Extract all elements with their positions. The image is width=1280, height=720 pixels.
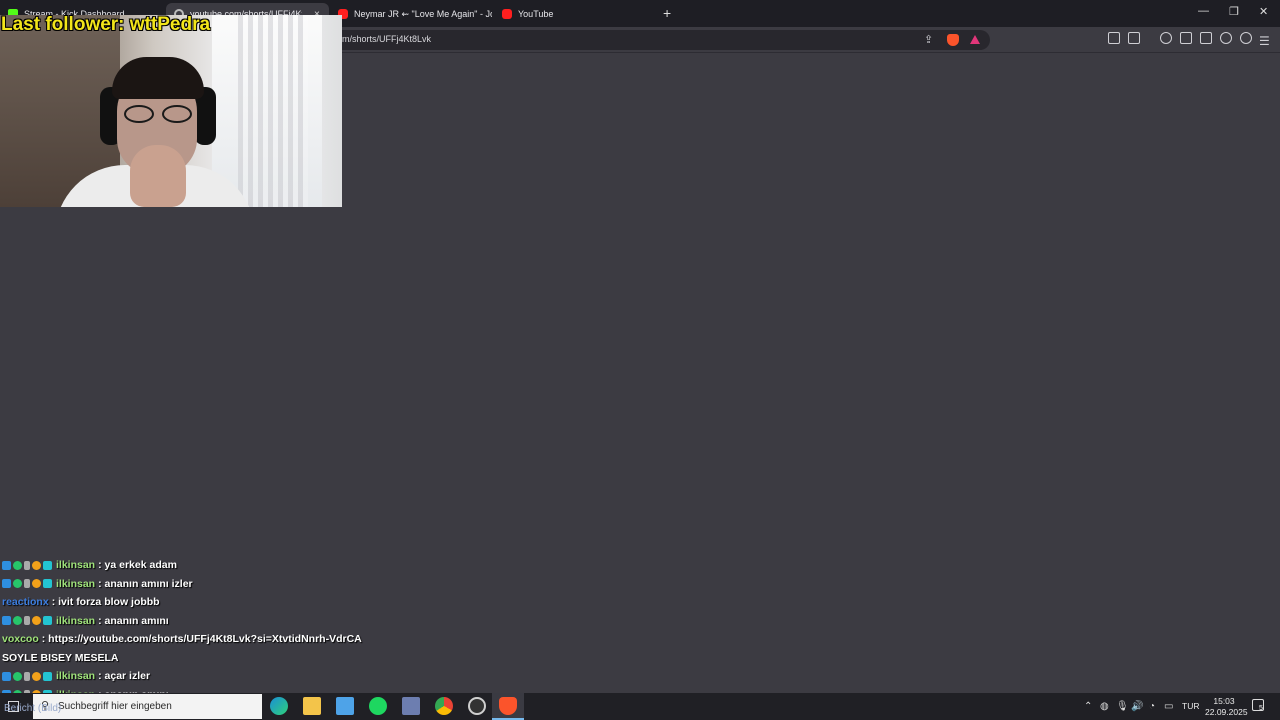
chat-text: : ananın amını <box>98 614 169 627</box>
chat-text: : https://youtube.com/shorts/UFFj4Kt8Lvk… <box>41 633 362 646</box>
search-placeholder: Suchbegriff hier eingeben <box>58 701 172 712</box>
chat-message: ilkinsan: ananın amını <box>2 612 402 631</box>
chat-message: ilkinsan: açar izler <box>2 667 402 686</box>
volume-icon[interactable]: 🔊 <box>1131 701 1143 712</box>
subscriber-badge-icon <box>43 579 52 589</box>
sidebar-icon[interactable] <box>1180 32 1192 44</box>
last-follower-label: Last follower: wttPedra <box>1 14 211 35</box>
brave-rewards-icon[interactable] <box>970 35 980 44</box>
chat-message: ilkinsan: ananın amını izler <box>2 575 402 594</box>
new-tab-button[interactable]: + <box>663 5 671 21</box>
chat-username: ilkinsan <box>56 614 96 627</box>
warning-badge-icon <box>32 560 41 570</box>
chat-message: SOYLE BISEY MESELA <box>2 649 402 668</box>
chat-username: ilkinsan <box>56 577 96 590</box>
clock-time: 15:03 <box>1213 696 1235 706</box>
youtube-icon <box>502 9 512 19</box>
extensions-icon[interactable] <box>1108 32 1120 44</box>
verified-badge-icon <box>2 616 11 626</box>
clock-date: 22.09.2025 <box>1205 707 1248 717</box>
chrome-icon[interactable] <box>435 697 453 715</box>
menu-icon[interactable]: ☰ <box>1259 34 1270 48</box>
subscriber-badge-icon <box>43 616 52 626</box>
warning-badge-icon <box>32 671 41 681</box>
chat-text: : ya erkek adam <box>98 559 177 572</box>
chat-message: reactionx: ivit forza blow jobbb <box>2 593 402 612</box>
verified-badge-icon <box>2 671 11 681</box>
brave-icon[interactable] <box>499 697 517 715</box>
close-window-button[interactable]: ✕ <box>1259 5 1268 18</box>
webcam-curtain <box>238 15 308 207</box>
warning-badge-icon <box>32 579 41 589</box>
battery-icon[interactable]: ▭ <box>1164 701 1173 712</box>
security-icon[interactable]: ◍ <box>1100 701 1109 712</box>
chat-overlay: ilkinsan: ya erkek adam ilkinsan: ananın … <box>2 556 402 704</box>
wallet-icon[interactable] <box>1200 32 1212 44</box>
calculator-icon[interactable] <box>402 697 420 715</box>
webcam-hair <box>112 57 204 99</box>
vpn-icon[interactable] <box>1240 32 1252 44</box>
obs-icon[interactable] <box>468 697 486 715</box>
chat-badges <box>2 560 52 570</box>
leo-ai-icon[interactable] <box>1220 32 1232 44</box>
notification-count: 5 <box>1259 705 1263 712</box>
chat-text: : ananın amını izler <box>98 577 193 590</box>
clock[interactable]: 15:03 22.09.2025 <box>1205 696 1248 718</box>
tab-neymar-video[interactable]: Neymar JR ⇜ "Love Me Again" - John <box>330 3 492 25</box>
chevron-up-icon[interactable]: ⌃ <box>1084 701 1092 712</box>
webcam-feed <box>0 15 342 207</box>
verified-badge-icon <box>2 579 11 589</box>
webcam-glasses <box>122 105 194 123</box>
chat-badges <box>2 616 52 626</box>
edge-icon[interactable] <box>270 697 288 715</box>
chat-username: reactionx <box>2 596 49 609</box>
moderator-badge-icon <box>13 671 22 681</box>
subscriber-badge-icon <box>43 671 52 681</box>
address-text: m/shorts/UFFj4Kt8Lvk <box>342 34 432 44</box>
moderator-badge-icon <box>13 579 22 589</box>
mail-icon[interactable] <box>336 697 354 715</box>
chat-text: : açar izler <box>98 670 151 683</box>
chat-username: ilkinsan <box>56 670 96 683</box>
trophy-badge-icon <box>24 579 30 589</box>
tab-label: YouTube <box>518 9 554 19</box>
chat-username: voxcoo <box>2 633 39 646</box>
chat-text: SOYLE BISEY MESELA <box>2 651 119 664</box>
spotify-icon[interactable] <box>369 697 387 715</box>
trophy-badge-icon <box>24 616 30 626</box>
file-explorer-icon[interactable] <box>303 697 321 715</box>
trophy-badge-icon <box>24 560 30 570</box>
address-bar[interactable]: m/shorts/UFFj4Kt8Lvk ⇪ <box>330 30 990 50</box>
share-icon[interactable]: ⇪ <box>924 33 933 46</box>
tab-label: Neymar JR ⇜ "Love Me Again" - John <box>354 8 492 19</box>
chat-text: : ivit forza blow jobbb <box>51 596 160 609</box>
minimize-button[interactable]: — <box>1198 5 1209 17</box>
trophy-badge-icon <box>24 671 30 681</box>
webcam-hand <box>130 145 186 207</box>
taskbar-search[interactable]: ⚲ Suchbegriff hier eingeben <box>33 694 262 719</box>
moderator-badge-icon <box>13 560 22 570</box>
chat-badges <box>2 579 52 589</box>
windows-taskbar: ⚲ Suchbegriff hier eingeben Bericht (Bil… <box>0 693 1280 720</box>
verified-badge-icon <box>2 560 11 570</box>
chat-message: ilkinsan: ya erkek adam <box>2 556 402 575</box>
chat-message: voxcoo: https://youtube.com/shorts/UFFj4… <box>2 630 402 649</box>
screenshot-icon[interactable] <box>1128 32 1140 44</box>
restore-button[interactable]: ❐ <box>1229 5 1239 18</box>
warning-badge-icon <box>32 616 41 626</box>
chat-badges <box>2 671 52 681</box>
network-icon[interactable]: ◔ <box>1149 701 1155 712</box>
media-icon[interactable] <box>1160 32 1172 44</box>
brave-shields-icon[interactable] <box>947 34 959 46</box>
tab-youtube[interactable]: YouTube <box>494 3 654 25</box>
moderator-badge-icon <box>13 616 22 626</box>
chat-username: ilkinsan <box>56 559 96 572</box>
overlay-caption: Bericht (Bild) <box>4 703 62 714</box>
subscriber-badge-icon <box>43 560 52 570</box>
microphone-icon[interactable]: 🎙 <box>1116 701 1129 712</box>
language-indicator[interactable]: TUR <box>1182 701 1199 711</box>
